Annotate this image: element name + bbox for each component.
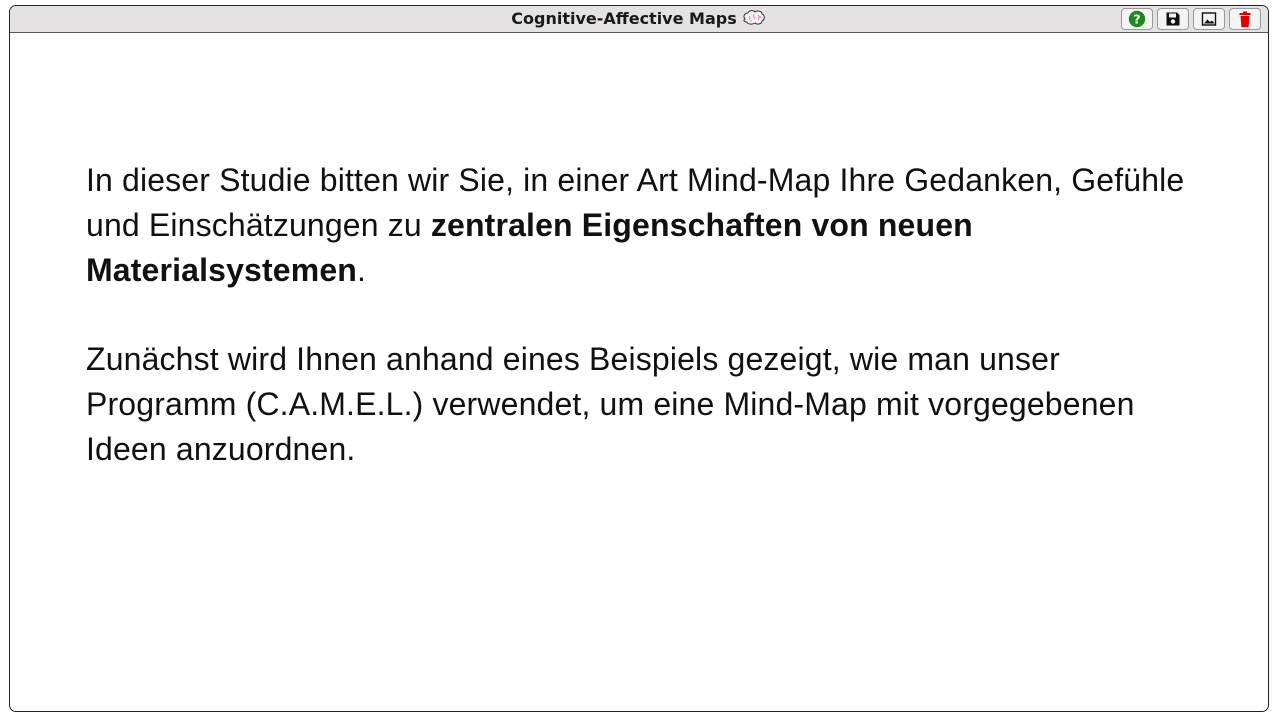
window-title: Cognitive-Affective Maps <box>511 9 737 28</box>
toolbar: ? <box>1121 8 1261 30</box>
image-button[interactable] <box>1193 8 1225 30</box>
image-icon <box>1201 12 1217 26</box>
save-button[interactable] <box>1157 8 1189 30</box>
app-window: Cognitive-Affective Maps ? In dieser Stu… <box>9 5 1269 712</box>
help-button[interactable]: ? <box>1121 8 1153 30</box>
intro-paragraph-1: In dieser Studie bitten wir Sie, in eine… <box>86 158 1196 293</box>
question-circle-icon: ? <box>1128 10 1146 28</box>
brain-icon <box>741 9 767 33</box>
trash-icon <box>1239 11 1251 27</box>
svg-text:?: ? <box>1133 12 1140 27</box>
paragraph-1-end: . <box>356 252 367 288</box>
delete-button[interactable] <box>1229 8 1261 30</box>
intro-text: In dieser Studie bitten wir Sie, in eine… <box>86 158 1196 472</box>
floppy-disk-icon <box>1166 12 1180 26</box>
title-bar: Cognitive-Affective Maps ? <box>10 6 1268 33</box>
intro-paragraph-2: Zunächst wird Ihnen anhand eines Beispie… <box>86 341 1135 467</box>
title-group: Cognitive-Affective Maps <box>10 8 1268 33</box>
